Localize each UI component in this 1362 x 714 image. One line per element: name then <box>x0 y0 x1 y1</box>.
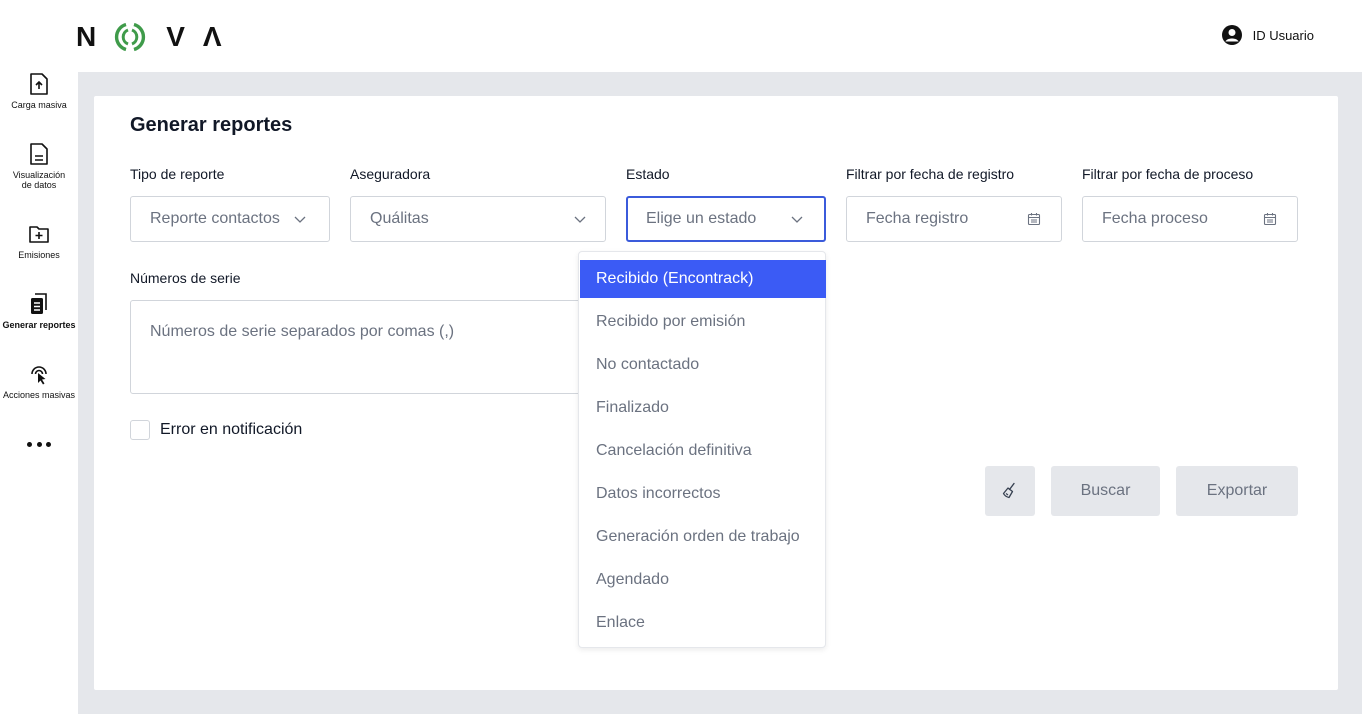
dropdown-option[interactable]: Cancelación definitiva <box>580 432 826 470</box>
fecha-registro-label: Filtrar por fecha de registro <box>846 166 1015 182</box>
sidebar-item-acciones-masivas[interactable]: Acciones masivas <box>0 362 78 400</box>
user-avatar-icon <box>1221 25 1242 45</box>
calendar-icon[interactable] <box>1263 212 1277 226</box>
fecha-proceso-label: Filtrar por fecha de proceso <box>1082 166 1254 182</box>
sidebar-item-label: Generar reportes <box>2 320 76 330</box>
calendar-icon[interactable] <box>1027 212 1041 226</box>
tipo-reporte-select[interactable]: Reporte contactos <box>130 196 330 242</box>
clear-filters-button[interactable] <box>985 466 1035 516</box>
folder-plus-icon <box>29 226 49 243</box>
dropdown-option[interactable]: Finalizado <box>580 389 826 427</box>
series-textarea[interactable]: Números de serie separados por comas (,) <box>130 300 590 394</box>
sidebar-item-carga-masiva[interactable]: Carga masiva <box>0 72 78 110</box>
export-button[interactable]: Exportar <box>1176 466 1298 516</box>
estado-placeholder: Elige un estado <box>646 210 757 227</box>
dropdown-option[interactable]: No contactado <box>580 346 826 384</box>
sidebar: Carga masiva Visualización de datos Emis… <box>0 72 78 714</box>
user-menu[interactable]: ID Usuario <box>1221 24 1314 46</box>
document-icon <box>30 143 48 165</box>
reports-icon <box>31 293 47 314</box>
dropdown-option[interactable]: Enlace <box>580 604 826 642</box>
estado-label: Estado <box>626 166 670 182</box>
broom-icon <box>1002 482 1015 499</box>
dropdown-option[interactable]: Datos incorrectos <box>580 475 826 513</box>
error-notificacion-label[interactable]: Error en notificación <box>160 421 302 439</box>
series-placeholder: Números de serie separados por comas (,) <box>150 323 455 340</box>
sidebar-item-label: Visualización de datos <box>12 170 66 190</box>
dropdown-option[interactable]: Agendado <box>580 561 826 599</box>
series-label: Números de serie <box>130 270 241 286</box>
fecha-registro-input[interactable]: Fecha registro <box>846 196 1062 242</box>
chevron-down-icon <box>791 216 803 223</box>
fecha-registro-placeholder: Fecha registro <box>866 210 969 227</box>
upload-file-icon <box>30 73 48 95</box>
fecha-proceso-input[interactable]: Fecha proceso <box>1082 196 1298 242</box>
sidebar-item-label: Acciones masivas <box>2 390 76 400</box>
search-button[interactable]: Buscar <box>1051 466 1160 516</box>
sidebar-item-visualizacion[interactable]: Visualización de datos <box>0 142 78 190</box>
sidebar-item-generar-reportes[interactable]: Generar reportes <box>0 292 78 330</box>
error-notificacion-checkbox[interactable] <box>130 420 150 440</box>
estado-dropdown-menu: Recibido (Encontrack) Recibido por emisi… <box>578 251 826 648</box>
page-title: Generar reportes <box>130 114 293 136</box>
aseguradora-select[interactable]: Quálitas <box>350 196 606 242</box>
fecha-proceso-placeholder: Fecha proceso <box>1102 210 1208 227</box>
aseguradora-value: Quálitas <box>370 210 429 227</box>
chevron-down-icon <box>574 216 586 223</box>
estado-select[interactable]: Elige un estado <box>626 196 826 242</box>
dropdown-option[interactable]: Recibido por emisión <box>580 303 826 341</box>
top-bar: N V Λ ID Usuario <box>0 0 1362 72</box>
nova-logo[interactable]: N V Λ <box>76 20 222 54</box>
chevron-down-icon <box>294 216 306 223</box>
more-dots-icon[interactable] <box>27 440 51 448</box>
tipo-reporte-label: Tipo de reporte <box>130 166 225 182</box>
aseguradora-label: Aseguradora <box>350 166 431 182</box>
sidebar-item-label: Emisiones <box>18 250 60 260</box>
user-label: ID Usuario <box>1252 27 1314 43</box>
tipo-reporte-value: Reporte contactos <box>150 210 280 227</box>
touch-icon <box>31 366 47 385</box>
dropdown-option[interactable]: Recibido (Encontrack) <box>580 260 826 298</box>
sidebar-item-emisiones[interactable]: Emisiones <box>0 222 78 260</box>
dropdown-option[interactable]: Generación orden de trabajo <box>580 518 826 556</box>
sidebar-item-label: Carga masiva <box>11 100 67 110</box>
